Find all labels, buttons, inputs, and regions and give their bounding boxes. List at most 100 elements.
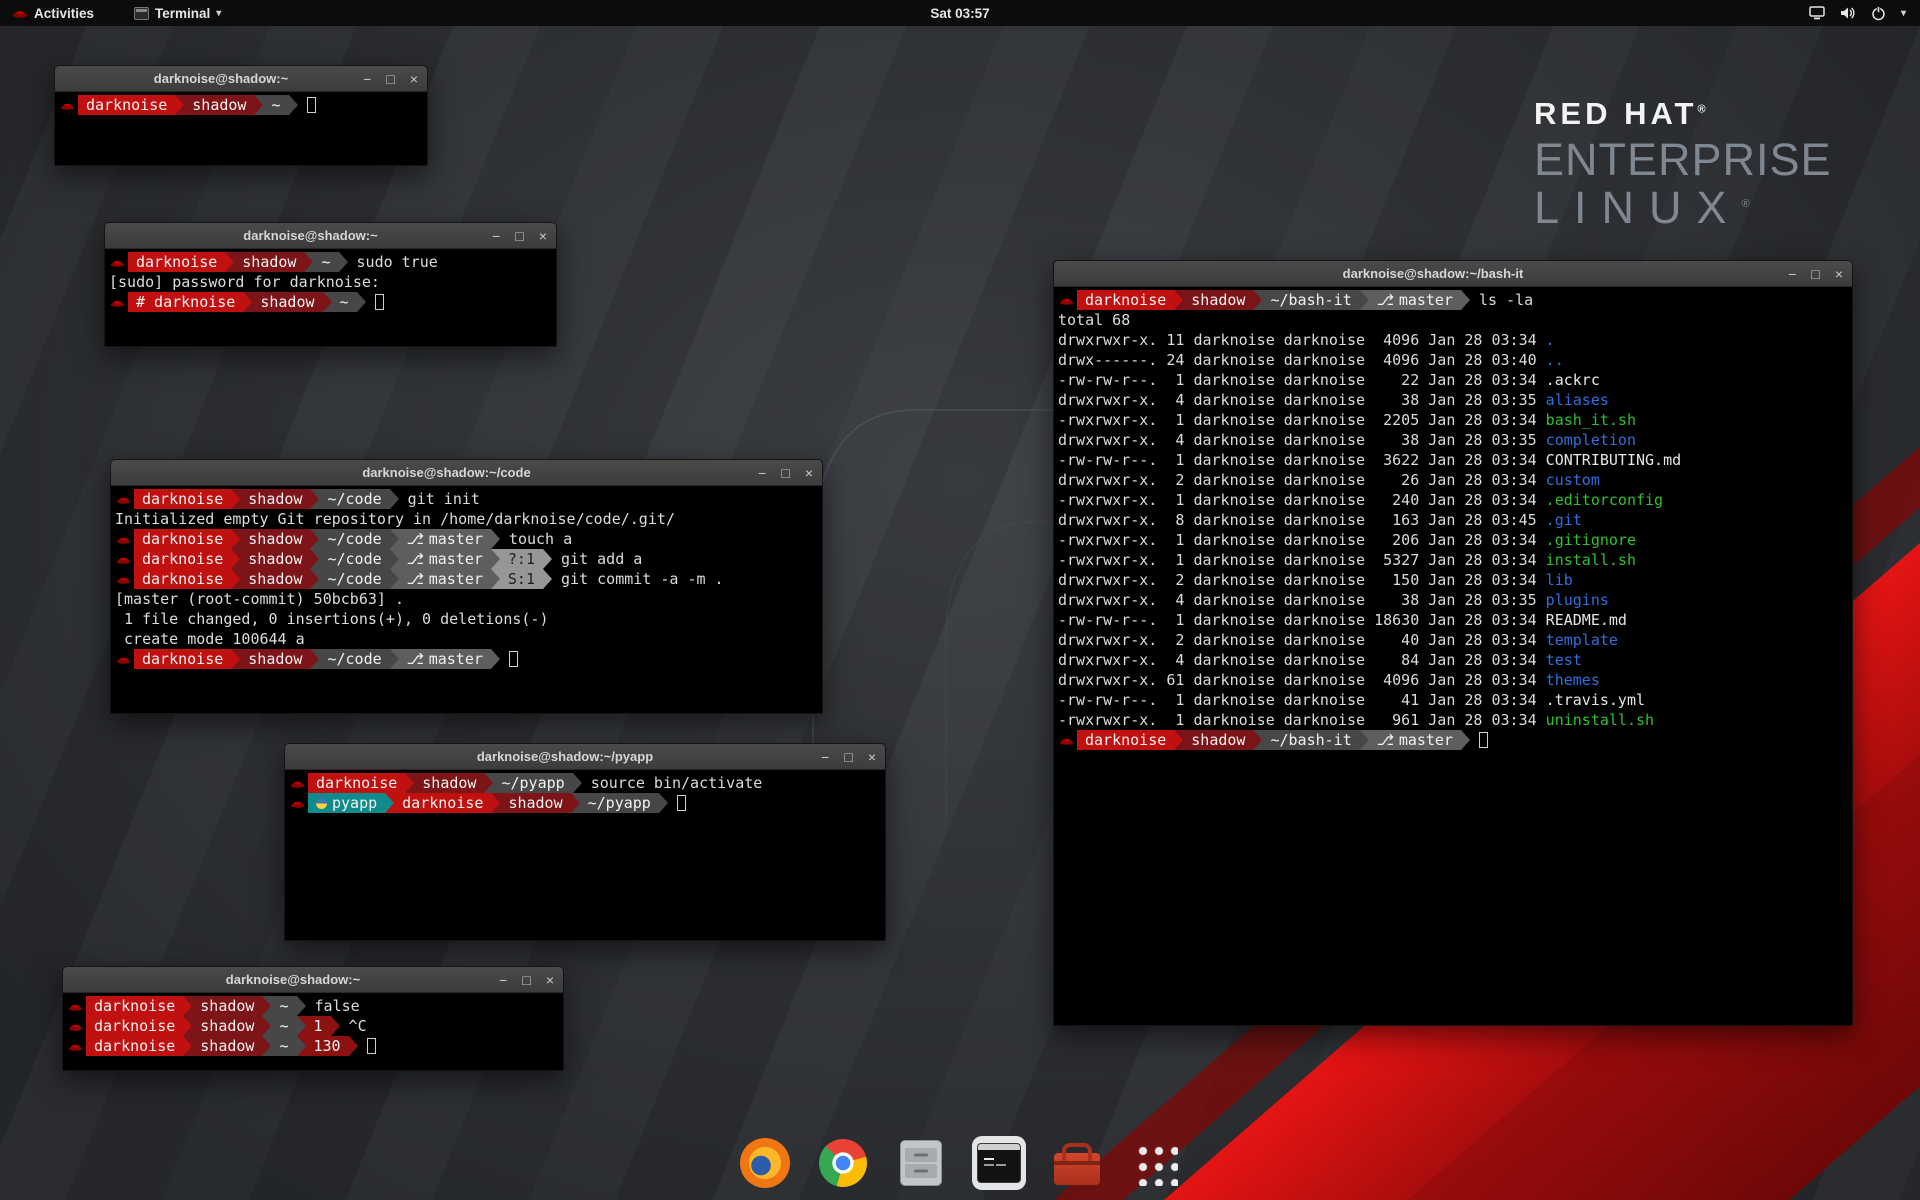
window-titlebar[interactable]: darknoise@shadow:~/bash-it − □ × <box>1054 261 1852 287</box>
prompt-segment-stat: ?:1 <box>500 549 543 569</box>
close-button[interactable]: × <box>410 72 418 86</box>
dock-firefox-icon[interactable] <box>736 1134 794 1192</box>
terminal-window-sudo[interactable]: darknoise@shadow:~ − □ × darknoiseshadow… <box>104 222 557 347</box>
maximize-button[interactable]: □ <box>781 466 789 480</box>
window-title: darknoise@shadow:~ <box>103 967 483 993</box>
maximize-button[interactable]: □ <box>522 973 530 987</box>
window-titlebar[interactable]: darknoise@shadow:~ − □ × <box>105 223 556 249</box>
window-titlebar[interactable]: darknoise@shadow:~ − □ × <box>63 967 563 993</box>
minimize-button[interactable]: − <box>492 229 500 243</box>
powerline-separator <box>289 95 298 115</box>
prompt-segment-stat: S:1 <box>500 569 543 589</box>
powerline-separator <box>323 292 332 312</box>
prompt-segment-git: ⎇ master <box>399 569 491 589</box>
terminal-line: darknoiseshadow~/bash-it⎇ master ls -la <box>1058 290 1848 310</box>
output-text: drwxrwxr-x. 61 darknoise darknoise 4096 … <box>1058 670 1546 690</box>
prompt-segment-user: darknoise <box>1077 730 1174 750</box>
terminal-window-bash-it[interactable]: darknoise@shadow:~/bash-it − □ × darknoi… <box>1053 260 1853 1026</box>
system-status-area[interactable]: ▾ <box>1809 6 1920 21</box>
powerline-separator <box>254 95 263 115</box>
terminal-line: -rwxrwxr-x. 1 darknoise darknoise 961 Ja… <box>1058 710 1848 730</box>
terminal-content[interactable]: darknoiseshadow~/pyapp source bin/activa… <box>285 770 885 940</box>
terminal-line: drwxrwxr-x. 61 darknoise darknoise 4096 … <box>1058 670 1848 690</box>
window-title: darknoise@shadow:~/pyapp <box>325 744 805 770</box>
powerline-separator <box>304 252 313 272</box>
prompt-segment-host: shadow <box>192 996 262 1016</box>
terminal-line: darknoiseshadow~ false <box>67 996 559 1016</box>
dock-terminal-icon[interactable] <box>970 1134 1028 1192</box>
prompt-segment-user: darknoise <box>78 95 175 115</box>
minimize-button[interactable]: − <box>363 72 371 86</box>
terminal-line: drwxrwxr-x. 2 darknoise darknoise 26 Jan… <box>1058 470 1848 490</box>
powerline-separator <box>331 1016 340 1036</box>
maximize-button[interactable]: □ <box>844 750 852 764</box>
powerline-separator <box>262 1036 271 1056</box>
branding-enterprise-text: ENTERPRISE <box>1534 134 1832 186</box>
close-button[interactable]: × <box>868 750 876 764</box>
command-text: git add a <box>552 549 642 569</box>
terminal-line: -rw-rw-r--. 1 darknoise darknoise 18630 … <box>1058 610 1848 630</box>
terminal-content[interactable]: darknoiseshadow~/code git initInitialize… <box>111 486 822 713</box>
redhat-prompt-icon <box>60 95 75 115</box>
redhat-prompt-icon <box>68 996 83 1016</box>
dock-show-applications-icon[interactable] <box>1126 1134 1184 1192</box>
window-titlebar[interactable]: darknoise@shadow:~/pyapp − □ × <box>285 744 885 770</box>
terminal-content[interactable]: darknoiseshadow~ sudo true[sudo] passwor… <box>105 249 556 346</box>
window-titlebar[interactable]: darknoise@shadow:~/code − □ × <box>111 460 822 486</box>
file-name: aliases <box>1546 390 1609 410</box>
maximize-button[interactable]: □ <box>386 72 394 86</box>
file-name: .editorconfig <box>1546 490 1663 510</box>
prompt-segment-user: darknoise <box>134 529 231 549</box>
output-text: Initialized empty Git repository in /hom… <box>115 509 675 529</box>
dock-files-icon[interactable] <box>892 1134 950 1192</box>
terminal-line: total 68 <box>1058 310 1848 330</box>
dock-toolbox-icon[interactable] <box>1048 1134 1106 1192</box>
terminal-content[interactable]: darknoiseshadow~ <box>55 92 427 165</box>
prompt-segment-exit: 130 <box>306 1036 349 1056</box>
window-title: darknoise@shadow:~/code <box>151 460 742 486</box>
prompt-segment-host: shadow <box>184 95 254 115</box>
close-button[interactable]: × <box>539 229 547 243</box>
clock[interactable]: Sat 03:57 <box>0 6 1920 21</box>
output-text: -rwxrwxr-x. 1 darknoise darknoise 2205 J… <box>1058 410 1546 430</box>
app-menu-terminal[interactable]: Terminal ▾ <box>124 0 231 26</box>
terminal-line: -rw-rw-r--. 1 darknoise darknoise 41 Jan… <box>1058 690 1848 710</box>
powerline-separator <box>231 529 240 549</box>
terminal-content[interactable]: darknoiseshadow~ falsedarknoiseshadow~1 … <box>63 993 563 1070</box>
minimize-button[interactable]: − <box>1788 267 1796 281</box>
maximize-button[interactable]: □ <box>515 229 523 243</box>
close-button[interactable]: × <box>546 973 554 987</box>
redhat-prompt-icon <box>68 1036 83 1056</box>
terminal-content[interactable]: darknoiseshadow~/bash-it⎇ master ls -lat… <box>1054 287 1852 1025</box>
branding-linux-text: LINUX® <box>1534 182 1832 234</box>
powerline-separator <box>1253 290 1262 310</box>
powerline-separator <box>491 793 500 813</box>
output-text: drwxrwxr-x. 8 darknoise darknoise 163 Ja… <box>1058 510 1546 530</box>
minimize-button[interactable]: − <box>499 973 507 987</box>
output-text: [sudo] password for darknoise: <box>109 272 380 292</box>
window-titlebar[interactable]: darknoise@shadow:~ − □ × <box>55 66 427 92</box>
minimize-button[interactable]: − <box>758 466 766 480</box>
activities-button[interactable]: Activities <box>0 0 106 26</box>
maximize-button[interactable]: □ <box>1811 267 1819 281</box>
prompt-segment-host: shadow <box>252 292 322 312</box>
terminal-window-pyapp[interactable]: darknoise@shadow:~/pyapp − □ × darknoise… <box>284 743 886 941</box>
close-button[interactable]: × <box>1835 267 1843 281</box>
terminal-window-home-1[interactable]: darknoise@shadow:~ − □ × darknoise shadow… <box>54 65 428 166</box>
powerline-separator <box>310 649 319 669</box>
prompt-segment-user: darknoise <box>134 489 231 509</box>
terminal-line: # darknoiseshadow~ <box>109 292 552 312</box>
redhat-prompt-icon <box>110 292 125 312</box>
output-text: -rwxrwxr-x. 1 darknoise darknoise 240 Ja… <box>1058 490 1546 510</box>
minimize-button[interactable]: − <box>821 750 829 764</box>
powerline-separator <box>262 996 271 1016</box>
terminal-window-code[interactable]: darknoise@shadow:~/code − □ × darknoises… <box>110 459 823 714</box>
command-text: sudo true <box>348 252 438 272</box>
powerline-separator <box>390 569 399 589</box>
prompt-segment-exit: 1 <box>306 1016 331 1036</box>
close-button[interactable]: × <box>805 466 813 480</box>
prompt-segment-path: ~/code <box>319 649 389 669</box>
dock-chrome-icon[interactable] <box>814 1134 872 1192</box>
terminal-window-home-2[interactable]: darknoise@shadow:~ − □ × darknoiseshadow… <box>62 966 564 1071</box>
window-title: darknoise@shadow:~ <box>145 223 476 249</box>
